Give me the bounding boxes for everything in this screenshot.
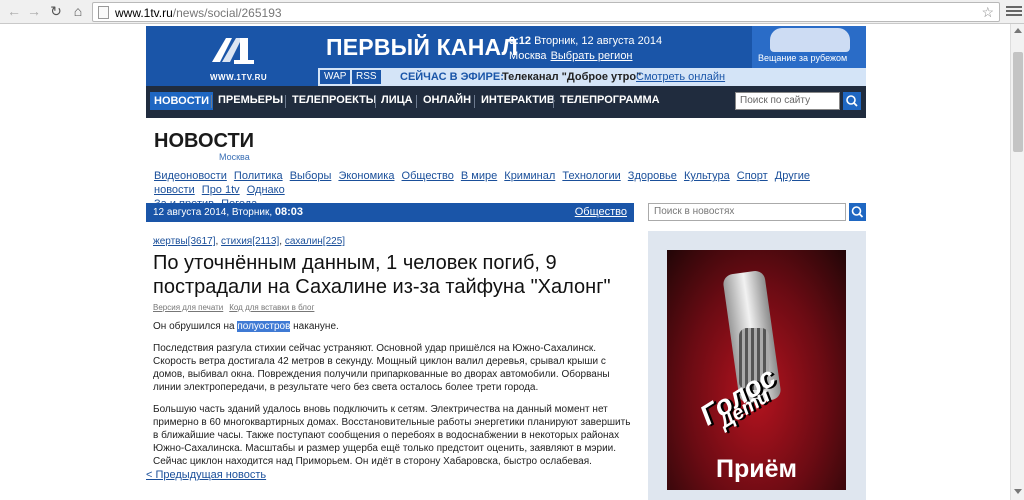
print-version-link[interactable]: Версия для печати <box>153 303 223 312</box>
news-search-button[interactable] <box>849 203 866 221</box>
search-icon <box>851 206 864 218</box>
site-search-button[interactable] <box>843 92 861 110</box>
search-icon <box>846 95 858 107</box>
channel-logo[interactable]: WWW.1TV.RU <box>146 26 318 86</box>
category-link[interactable]: Про 1tv <box>202 184 240 196</box>
tag-link[interactable]: жертвы[3617] <box>153 236 215 247</box>
current-time: 9:12 Вторник, 12 августа 2014 <box>509 35 663 47</box>
main-nav: НОВОСТИ ПРЕМЬЕРЫ ТЕЛЕПРОЕКТЫ ЛИЦА ОНЛАЙН… <box>146 86 866 118</box>
embed-code-link[interactable]: Код для вставки в блог <box>229 303 314 312</box>
back-arrow-icon[interactable]: ← <box>6 3 22 19</box>
url-text: www.1tv.ru/news/social/265193 <box>115 6 282 20</box>
nav-interactive[interactable]: ИНТЕРАКТИВ <box>481 94 555 106</box>
first-channel-logo-icon <box>212 38 254 64</box>
nav-separator <box>285 95 286 108</box>
on-air-show[interactable]: Телеканал "Доброе утро" <box>502 71 641 83</box>
category-link[interactable]: Видеоновости <box>154 170 227 182</box>
article-date: 12 августа 2014, Вторник, 08:03 <box>153 206 304 218</box>
category-link[interactable]: Технологии <box>562 170 620 182</box>
previous-news-link[interactable]: < Предыдущая новость <box>146 469 266 481</box>
wap-button[interactable]: WAP <box>320 70 351 84</box>
browser-toolbar: ← → ↻ ⌂ www.1tv.ru/news/social/265193 ☆ <box>0 0 1024 24</box>
nav-teleprojects[interactable]: ТЕЛЕПРОЕКТЫ <box>292 94 377 106</box>
banner-caption: Приём <box>715 455 797 483</box>
nav-online[interactable]: ОНЛАЙН <box>423 94 471 106</box>
nav-separator <box>211 95 212 108</box>
on-air-bar: WAP RSS СЕЙЧАС В ЭФИРЕ: Телеканал "Добро… <box>318 68 866 86</box>
rss-button[interactable]: RSS <box>352 70 381 84</box>
article-paragraph: Большую часть зданий удалось вновь подкл… <box>153 404 631 467</box>
nav-separator <box>474 95 475 108</box>
on-air-label: СЕЙЧАС В ЭФИРЕ: <box>400 71 504 83</box>
logo-site-text: WWW.1TV.RU <box>210 73 268 82</box>
article-paragraph: Последствия разгула стихии сейчас устран… <box>153 343 610 393</box>
channel-title-box: ПЕРВЫЙ КАНАЛ 9:12 Вторник, 12 августа 20… <box>318 26 752 68</box>
category-link[interactable]: Выборы <box>290 170 332 182</box>
browser-menu-icon[interactable] <box>1006 4 1022 18</box>
category-link[interactable]: Экономика <box>338 170 394 182</box>
nav-separator <box>553 95 554 108</box>
tag-link[interactable]: сахалин[225] <box>285 236 345 247</box>
nav-separator <box>375 95 376 108</box>
category-link[interactable]: Общество <box>402 170 454 182</box>
forward-arrow-icon[interactable]: → <box>26 3 42 19</box>
section-region[interactable]: Москва <box>219 152 250 162</box>
vertical-scrollbar[interactable] <box>1010 24 1024 500</box>
site-header: WWW.1TV.RU ПЕРВЫЙ КАНАЛ 9:12 Вторник, 12… <box>146 26 866 86</box>
nav-tv-program[interactable]: ТЕЛЕПРОГРАММА <box>560 94 660 106</box>
category-link[interactable]: Криминал <box>504 170 555 182</box>
article-headline: По уточнённым данным, 1 человек погиб, 9… <box>153 252 611 298</box>
reload-icon[interactable]: ↻ <box>48 3 64 19</box>
nav-premieres[interactable]: ПРЕМЬЕРЫ <box>218 94 283 106</box>
home-icon[interactable]: ⌂ <box>70 3 86 19</box>
category-link[interactable]: Здоровье <box>628 170 677 182</box>
scrollbar-thumb[interactable] <box>1013 52 1023 152</box>
cloud-icon <box>770 28 850 52</box>
article-tags: жертвы[3617], стихия[2113], сахалин[225] <box>153 236 346 247</box>
channel-title: ПЕРВЫЙ КАНАЛ <box>326 34 518 60</box>
article-date-bar: 12 августа 2014, Вторник, 08:03 Общество <box>146 203 634 222</box>
broadcast-abroad-banner[interactable]: Вещание за рубежом <box>752 26 866 68</box>
nav-separator <box>416 95 417 108</box>
scroll-down-icon[interactable] <box>1014 489 1022 494</box>
news-search-input[interactable]: Поиск в новостях <box>648 203 846 221</box>
category-link[interactable]: Однако <box>247 184 285 196</box>
article-category-link[interactable]: Общество <box>575 206 627 218</box>
selected-text: полуостров <box>237 321 291 332</box>
category-link[interactable]: В мире <box>461 170 497 182</box>
site-container: WWW.1TV.RU ПЕРВЫЙ КАНАЛ 9:12 Вторник, 12… <box>146 26 866 118</box>
category-link[interactable]: Культура <box>684 170 730 182</box>
page-title: НОВОСТИ <box>154 130 255 152</box>
page-icon <box>98 6 109 19</box>
article-paragraph: Он обрушился на полуостров накануне. <box>153 321 339 332</box>
voice-kids-banner[interactable]: Голос Дети Приём <box>667 250 846 490</box>
region-line: Москва Выбрать регион <box>509 50 633 62</box>
nav-faces[interactable]: ЛИЦА <box>381 94 413 106</box>
nav-news[interactable]: НОВОСТИ <box>150 92 214 110</box>
bookmark-star-icon[interactable]: ☆ <box>981 4 994 21</box>
article-tools: Версия для печати Код для вставки в блог <box>153 303 320 312</box>
address-bar[interactable]: www.1tv.ru/news/social/265193 ☆ <box>92 2 1000 22</box>
article-body: Он обрушился на полуостров накануне. Пос… <box>153 320 633 477</box>
category-link[interactable]: Политика <box>234 170 283 182</box>
scroll-up-icon[interactable] <box>1014 28 1022 33</box>
watch-online-link[interactable]: Смотреть онлайн <box>636 71 725 83</box>
site-search-input[interactable]: Поиск по сайту <box>735 92 840 110</box>
choose-region-link[interactable]: Выбрать регион <box>551 50 633 62</box>
category-link[interactable]: Спорт <box>737 170 768 182</box>
tag-link[interactable]: стихия[2113] <box>221 236 279 247</box>
